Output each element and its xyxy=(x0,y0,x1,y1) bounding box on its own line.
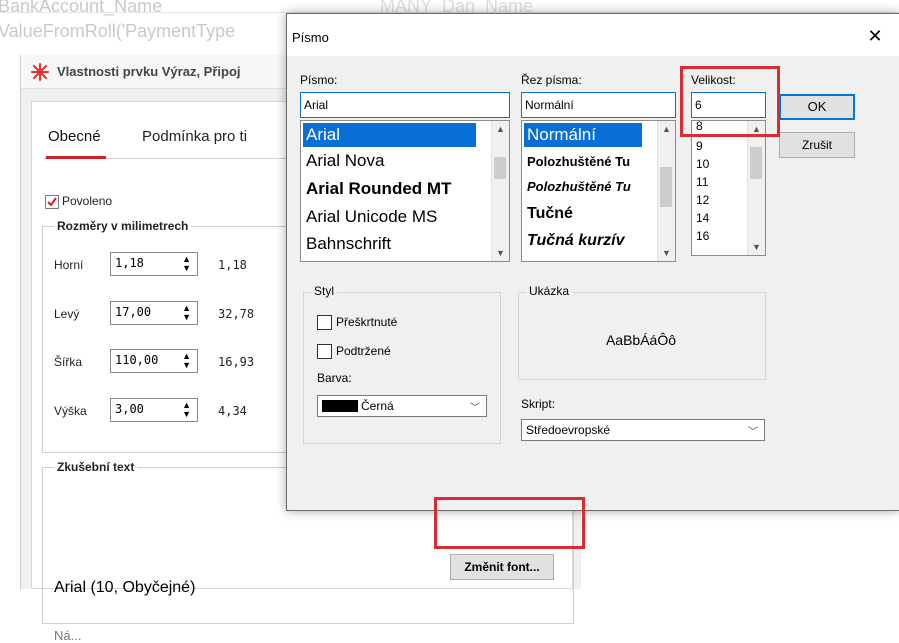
vyska-spinner[interactable]: 3,00 ▲ ▼ xyxy=(110,398,198,422)
change-font-button[interactable]: Změnit font... xyxy=(450,554,554,580)
size-list-item[interactable]: 9 xyxy=(694,139,703,153)
vyska-value: 3,00 xyxy=(115,402,144,416)
font-list-item[interactable]: Arial Nova xyxy=(303,151,384,171)
spinner-arrows-icon[interactable]: ▲ ▼ xyxy=(182,352,191,370)
background-code-line-2: ValueFromRoll('PaymentType xyxy=(0,21,236,41)
spinner-arrows-icon[interactable]: ▲ ▼ xyxy=(182,255,191,273)
size-list-item[interactable]: 14 xyxy=(694,211,709,225)
spinner-arrows-icon[interactable]: ▲ ▼ xyxy=(182,401,191,419)
ok-button[interactable]: OK xyxy=(779,94,855,120)
style-list-item[interactable]: Polozhuštěné Tu xyxy=(524,154,630,169)
sirka-label: Šířka xyxy=(54,355,83,369)
style-list-item[interactable]: Tučné xyxy=(524,205,573,223)
scroll-down-icon[interactable]: ▼ xyxy=(658,245,675,261)
scroll-up-icon[interactable]: ▲ xyxy=(492,121,509,137)
snowflake-icon xyxy=(31,63,49,81)
style-list-item[interactable]: Polozhuštěné Tu xyxy=(524,179,631,194)
underline-label: Podtržené xyxy=(336,344,391,358)
size-list-item[interactable]: 11 xyxy=(694,175,708,189)
font-family-value: Arial xyxy=(304,98,329,112)
font-style-label: Řez písma: xyxy=(521,73,582,87)
styl-group-label: Styl xyxy=(311,284,338,298)
font-dialog-title: Písmo xyxy=(292,30,329,45)
tab-obecne[interactable]: Obecné xyxy=(48,128,101,145)
font-list-item[interactable]: Arial xyxy=(303,123,476,147)
horni-label: Horní xyxy=(54,258,84,272)
scroll-thumb[interactable] xyxy=(494,157,506,179)
vyska-extra: 4,34 xyxy=(218,404,247,418)
background-code-line-1: BankAccount_Name xyxy=(0,0,163,16)
vyska-label: Výška xyxy=(54,404,87,418)
size-list-scrollbar[interactable]: ▲ ▼ xyxy=(747,121,765,255)
font-list-scrollbar[interactable]: ▲ ▼ xyxy=(491,121,509,261)
scroll-thumb[interactable] xyxy=(750,147,762,179)
font-dialog-titlebar: Písmo ✕ xyxy=(287,14,899,56)
font-list-item[interactable]: Bahnschrift xyxy=(303,234,391,254)
highlight-size-box xyxy=(680,66,780,137)
font-list-item[interactable]: Arial Rounded MT xyxy=(303,179,451,199)
levy-extra: 32,78 xyxy=(218,307,255,321)
chevron-down-icon[interactable]: ﹀ xyxy=(470,399,480,414)
script-select[interactable]: Středoevropské ﹀ xyxy=(521,419,765,441)
color-swatch xyxy=(322,400,358,412)
sample-group-label: Ukázka xyxy=(526,284,573,298)
font-style-input[interactable]: Normální xyxy=(521,92,676,118)
underline-checkbox[interactable] xyxy=(317,344,332,359)
font-dialog: Písmo ✕ Písmo: Arial Arial Arial Nova Ar… xyxy=(286,13,899,511)
horni-spinner[interactable]: 1,18 ▲ ▼ xyxy=(110,252,198,276)
highlight-change-font-box xyxy=(434,497,585,549)
tab-active-indicator xyxy=(46,156,106,159)
tab-podminka[interactable]: Podmínka pro ti xyxy=(142,128,247,145)
levy-label: Levý xyxy=(54,307,80,321)
scroll-up-icon[interactable]: ▲ xyxy=(658,121,675,137)
sirka-extra: 16,93 xyxy=(218,355,255,369)
povoleno-checkbox[interactable] xyxy=(45,195,59,209)
font-list-item[interactable]: Arial Unicode MS xyxy=(303,207,437,227)
close-icon[interactable]: ✕ xyxy=(863,24,887,48)
size-list-item[interactable]: 10 xyxy=(694,157,709,171)
font-preview-text: Arial (10, Obyčejné) xyxy=(54,579,196,596)
rozmery-group-label: Rozměry v milimetrech xyxy=(54,219,192,233)
sample-text: AaBbÁáÔô xyxy=(605,332,677,348)
color-select[interactable]: Černá ﹀ xyxy=(317,395,487,417)
chevron-down-icon[interactable]: ﹀ xyxy=(748,423,758,438)
size-list-item[interactable]: 12 xyxy=(694,193,709,207)
font-style-list[interactable]: Normální Polozhuštěné Tu Polozhuštěné Tu… xyxy=(521,120,676,262)
horni-value: 1,18 xyxy=(115,256,144,270)
levy-spinner[interactable]: 17,00 ▲ ▼ xyxy=(110,301,198,325)
strikeout-label: Přeškrtnuté xyxy=(336,315,398,329)
sirka-value: 110,00 xyxy=(115,353,159,367)
style-list-item[interactable]: Tučná kurzív xyxy=(524,232,625,250)
color-value: Černá xyxy=(361,399,394,413)
styl-group xyxy=(303,292,501,444)
font-family-input[interactable]: Arial xyxy=(300,92,510,118)
font-family-list[interactable]: Arial Arial Nova Arial Rounded MT Arial … xyxy=(300,120,510,262)
sirka-spinner[interactable]: 110,00 ▲ ▼ xyxy=(110,349,198,373)
font-size-list[interactable]: 8 9 10 11 12 14 16 ▲ ▼ xyxy=(691,120,766,256)
script-label: Skript: xyxy=(521,397,556,411)
style-list-scrollbar[interactable]: ▲ ▼ xyxy=(657,121,675,261)
levy-value: 17,00 xyxy=(115,305,152,319)
property-window-title: Vlastnosti prvku Výraz, Připoj xyxy=(57,64,241,79)
strikeout-checkbox[interactable] xyxy=(317,315,332,330)
zkusebni-group-label: Zkušební text xyxy=(54,460,138,474)
scroll-thumb[interactable] xyxy=(660,167,672,207)
povoleno-label: Povoleno xyxy=(62,194,113,208)
checkmark-icon xyxy=(47,197,57,207)
scroll-down-icon[interactable]: ▼ xyxy=(492,245,509,261)
size-list-item[interactable]: 16 xyxy=(694,229,709,243)
cancel-button[interactable]: Zrušit xyxy=(779,132,855,158)
font-style-value: Normální xyxy=(525,98,574,112)
font-family-label: Písmo: xyxy=(300,73,338,87)
spinner-arrows-icon[interactable]: ▲ ▼ xyxy=(182,304,191,322)
scroll-down-icon[interactable]: ▼ xyxy=(748,239,765,255)
next-group-label: Ná... xyxy=(54,628,82,643)
horni-extra: 1,18 xyxy=(218,258,247,272)
color-label: Barva: xyxy=(317,371,352,385)
script-value: Středoevropské xyxy=(526,423,611,437)
style-list-item[interactable]: Normální xyxy=(524,123,642,147)
